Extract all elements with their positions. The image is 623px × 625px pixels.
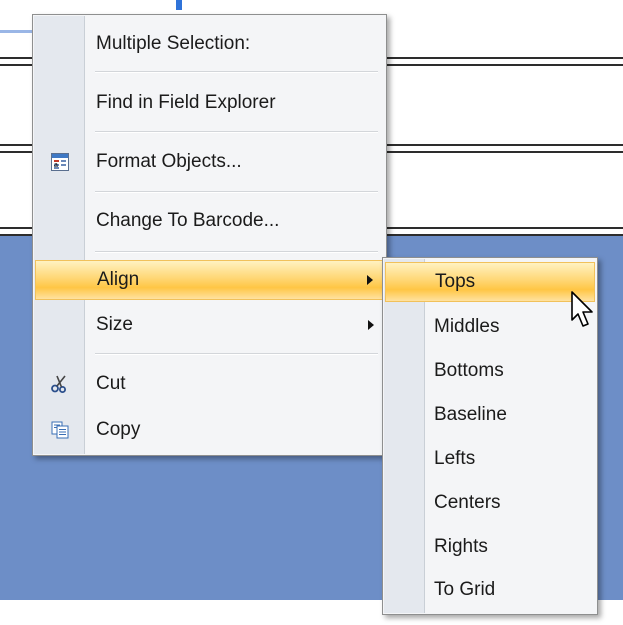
copy-icon <box>51 421 69 439</box>
menu-item-copy[interactable]: Copy <box>35 410 384 450</box>
mouse-pointer-icon <box>571 291 593 327</box>
menu-item-label: Cut <box>96 373 126 394</box>
submenu-item-rights[interactable]: Rights <box>385 526 595 568</box>
submenu-item-middles[interactable]: Middles <box>385 306 595 348</box>
align-submenu: Tops Middles Bottoms Baseline Lefts Cent… <box>382 257 598 615</box>
menu-item-multiple-selection: Multiple Selection: <box>35 24 384 64</box>
menu-item-label: Tops <box>435 271 476 292</box>
menu-item-label: Rights <box>434 536 488 557</box>
menu-separator <box>95 353 378 355</box>
submenu-item-to-grid[interactable]: To Grid <box>385 569 595 611</box>
menu-item-cut[interactable]: Cut <box>35 363 384 405</box>
submenu-arrow-icon <box>368 320 374 330</box>
menu-item-label: Multiple Selection: <box>96 33 251 54</box>
menu-item-label: Copy <box>96 419 141 440</box>
menu-item-label: Baseline <box>434 404 507 425</box>
submenu-item-centers[interactable]: Centers <box>385 482 595 524</box>
menu-separator <box>95 71 378 73</box>
menu-item-label: Bottoms <box>434 360 504 381</box>
submenu-item-tops[interactable]: Tops <box>385 262 595 302</box>
menu-item-align[interactable]: Align <box>35 260 384 300</box>
menu-item-format-objects[interactable]: a Format Objects... <box>35 139 384 185</box>
menu-item-label: Format Objects... <box>96 151 242 172</box>
format-objects-icon: a <box>51 153 69 171</box>
menu-item-label: Size <box>96 314 133 335</box>
submenu-item-baseline[interactable]: Baseline <box>385 394 595 436</box>
menu-separator <box>95 251 378 253</box>
submenu-item-bottoms[interactable]: Bottoms <box>385 350 595 392</box>
submenu-item-lefts[interactable]: Lefts <box>385 438 595 480</box>
submenu-arrow-icon <box>367 275 373 285</box>
menu-item-label: Centers <box>434 492 501 513</box>
menu-item-label: Change To Barcode... <box>96 210 280 231</box>
menu-item-label: Find in Field Explorer <box>96 92 276 113</box>
menu-separator <box>95 131 378 133</box>
menu-item-label: Lefts <box>434 448 476 469</box>
selection-guide <box>0 30 36 33</box>
menu-item-label: Align <box>97 269 140 290</box>
menu-item-change-to-barcode[interactable]: Change To Barcode... <box>35 199 384 243</box>
menu-item-label: To Grid <box>434 579 496 600</box>
scissors-icon <box>51 375 66 393</box>
ruler-marker <box>176 0 182 10</box>
svg-text:a: a <box>54 162 58 169</box>
menu-separator <box>95 191 378 193</box>
menu-item-size[interactable]: Size <box>35 305 384 345</box>
context-menu: Multiple Selection: Find in Field Explor… <box>32 14 387 456</box>
menu-item-find-in-field-explorer[interactable]: Find in Field Explorer <box>35 81 384 125</box>
menu-item-label: Middles <box>434 316 500 337</box>
